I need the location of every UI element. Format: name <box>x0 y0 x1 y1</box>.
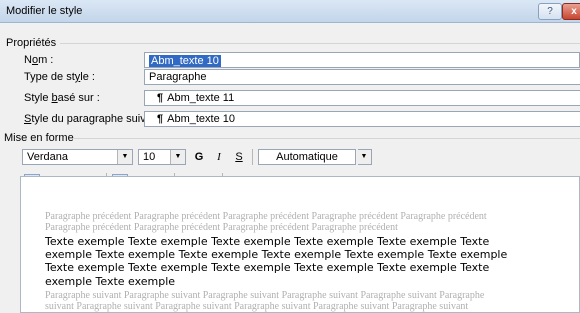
chevron-down-icon: ▼ <box>357 150 371 164</box>
properties-section-label: Propriétés <box>6 37 57 49</box>
next-style-value: Abm_texte 10 <box>167 113 235 125</box>
chevron-down-icon[interactable]: ▼ <box>117 150 132 164</box>
color-value: Automatique <box>276 151 338 163</box>
properties-separator <box>60 43 580 44</box>
preview-next-paragraph: Paragraphe suivant Paragraphe suivant Pa… <box>45 290 485 312</box>
nom-label: Nom : <box>24 54 54 66</box>
size-select[interactable]: 10 ▼ <box>138 149 186 165</box>
title-bar: Modifier le style ? x <box>0 0 580 23</box>
font-value: Verdana <box>27 151 68 163</box>
help-button[interactable]: ? <box>538 3 562 20</box>
chevron-down-icon[interactable]: ▼ <box>170 150 185 164</box>
color-dropdown-button[interactable]: ▼ <box>357 149 372 165</box>
next-style-select[interactable]: ¶ Abm_texte 10 <box>144 111 580 127</box>
paragraph-icon: ¶ <box>157 92 164 104</box>
color-select[interactable]: Automatique <box>258 149 356 165</box>
size-value: 10 <box>143 151 156 163</box>
underline-button[interactable]: S <box>230 149 248 165</box>
toolbar-separator <box>252 149 253 165</box>
base-label: Style basé sur : <box>24 92 100 104</box>
preview-sample-text: Texte exemple Texte exemple Texte exempl… <box>45 235 508 288</box>
type-select[interactable]: Paragraphe <box>144 69 580 85</box>
base-value: Abm_texte 11 <box>167 92 235 104</box>
style-preview: Paragraphe précédent Paragraphe précéden… <box>20 176 580 313</box>
nom-input[interactable]: Abm_texte 10 <box>144 52 580 68</box>
type-value: Paragraphe <box>149 71 207 83</box>
preview-previous-paragraph: Paragraphe précédent Paragraphe précéden… <box>45 211 487 233</box>
formatting-separator <box>74 138 580 139</box>
paragraph-icon: ¶ <box>157 113 164 125</box>
italic-button[interactable]: I <box>210 149 228 165</box>
nom-selected-value: Abm_texte 10 <box>149 55 221 67</box>
type-label: Type de style : <box>24 71 95 83</box>
close-button[interactable]: x <box>562 3 580 20</box>
formatting-section-label: Mise en forme <box>4 132 74 144</box>
bold-button[interactable]: G <box>190 149 208 165</box>
window-title: Modifier le style <box>6 5 83 17</box>
base-select[interactable]: ¶ Abm_texte 11 <box>144 90 580 106</box>
font-select[interactable]: Verdana ▼ <box>22 149 133 165</box>
